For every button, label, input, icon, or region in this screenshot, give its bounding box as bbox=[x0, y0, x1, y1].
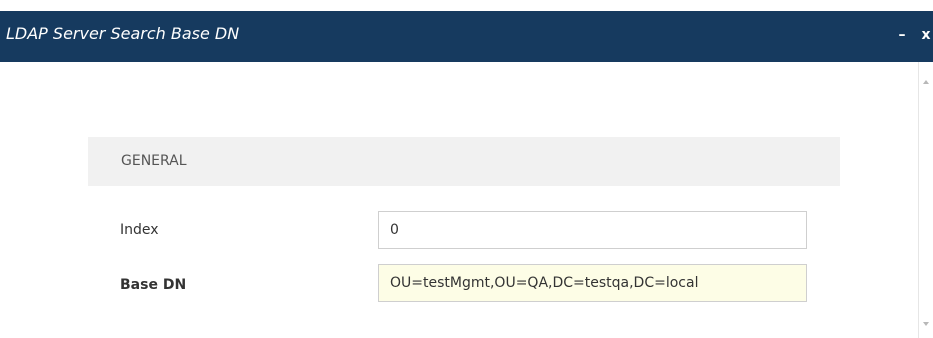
base-dn-field[interactable] bbox=[378, 264, 807, 302]
scroll-up-arrow-icon[interactable] bbox=[923, 80, 929, 84]
vertical-scrollbar[interactable] bbox=[918, 62, 933, 338]
base-dn-label: Base DN bbox=[120, 277, 187, 293]
scroll-down-arrow-icon[interactable] bbox=[923, 322, 929, 326]
section-header-general: GENERAL bbox=[88, 137, 840, 186]
dialog-window: LDAP Server Search Base DN – x GENERAL I… bbox=[0, 0, 933, 338]
index-field[interactable] bbox=[378, 211, 807, 249]
index-label: Index bbox=[120, 222, 159, 238]
dialog-title: LDAP Server Search Base DN bbox=[6, 24, 240, 43]
close-button[interactable]: x bbox=[920, 27, 932, 43]
minimize-button[interactable]: – bbox=[896, 27, 908, 43]
section-title: GENERAL bbox=[121, 153, 187, 169]
